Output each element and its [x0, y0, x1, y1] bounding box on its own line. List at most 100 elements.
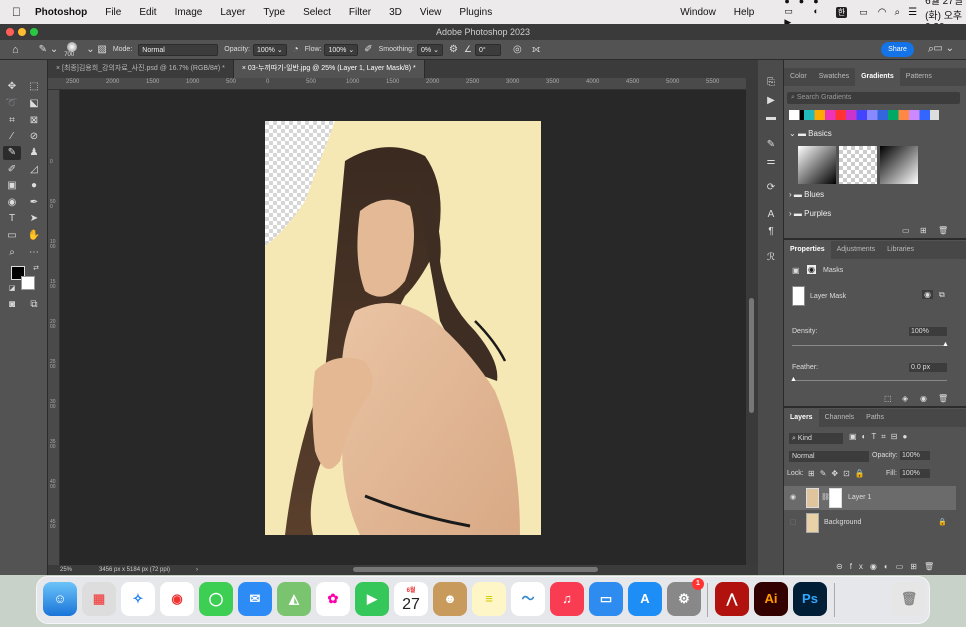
document-image[interactable]: [265, 121, 541, 535]
history-panel-icon[interactable]: ⎘: [764, 76, 778, 90]
tab-adjustments[interactable]: Adjustments: [831, 241, 882, 259]
menu-edit[interactable]: Edit: [139, 7, 156, 18]
lock-options-icons[interactable]: ⊞✎✥⊡🔒: [808, 469, 870, 478]
trash-icon[interactable]: 🗑: [892, 582, 926, 616]
menu-view[interactable]: View: [420, 7, 442, 18]
path-selection-tool-icon[interactable]: ➤: [27, 212, 41, 226]
visibility-eye-icon[interactable]: ◉: [790, 486, 796, 510]
brush-settings-panel-icon[interactable]: ✎: [764, 138, 778, 152]
healing-brush-tool-icon[interactable]: ⊘: [27, 130, 41, 144]
horizontal-scrollbar-thumb[interactable]: [353, 567, 598, 572]
swap-colors-icon[interactable]: ⇄: [29, 262, 43, 276]
layers-footer-icons[interactable]: ⊝fx◉◐▭⊞🗑: [836, 562, 941, 571]
horizontal-ruler[interactable]: 2500 2000 1500 1000 500 0 500 1000 1500 …: [48, 78, 746, 90]
pressure-size-icon[interactable]: ◎: [513, 44, 522, 55]
new-gradient-icon[interactable]: ⊞: [920, 226, 927, 235]
notes-icon[interactable]: ≡: [472, 582, 506, 616]
tab-libraries[interactable]: Libraries: [881, 241, 920, 259]
visibility-box-icon[interactable]: ▢: [790, 511, 797, 535]
canvas-area[interactable]: [60, 90, 746, 565]
close-window-icon[interactable]: [6, 28, 14, 36]
layer-kind-filter[interactable]: ⌕ Kind: [789, 433, 843, 444]
zoom-level[interactable]: 25%: [60, 565, 72, 575]
filter-type-icons[interactable]: ▣◐T⌗⊟●: [849, 432, 912, 442]
menu-image[interactable]: Image: [175, 7, 203, 18]
input-source-icon[interactable]: 한: [835, 6, 848, 18]
menu-plugins[interactable]: Plugins: [459, 7, 492, 18]
close-tab-icon[interactable]: ×: [242, 65, 246, 72]
hand-tool-icon[interactable]: ✋: [27, 229, 41, 243]
density-slider-thumb[interactable]: ▲: [942, 341, 949, 348]
photos-icon[interactable]: ✿: [316, 582, 350, 616]
load-selection-icon[interactable]: ⬚: [884, 394, 892, 403]
brush-tool-icon[interactable]: ✎: [3, 146, 21, 160]
photoshop-icon[interactable]: Ps: [793, 582, 827, 616]
add-vector-mask-icon[interactable]: ⧉: [939, 290, 945, 300]
frame-tool-icon[interactable]: ⊠: [27, 114, 41, 128]
menu-app-name[interactable]: Photoshop: [35, 7, 87, 18]
feather-slider-thumb[interactable]: ▲: [790, 376, 797, 383]
comments-panel-icon[interactable]: ▬: [764, 111, 778, 125]
messages-icon[interactable]: ◯: [199, 582, 233, 616]
chrome-icon[interactable]: ◉: [160, 582, 194, 616]
smoothing-input[interactable]: 0% ⌄: [417, 43, 443, 56]
purples-group[interactable]: › ▬ Purples: [789, 209, 831, 218]
airbrush-icon[interactable]: ✐: [364, 44, 372, 55]
history-brush-tool-icon[interactable]: ✐: [5, 163, 19, 177]
type-tool-icon[interactable]: T: [5, 212, 19, 226]
flow-input[interactable]: 100% ⌄: [324, 43, 359, 56]
delete-gradient-icon[interactable]: 🗑: [938, 226, 948, 235]
facetime-icon[interactable]: ▶: [355, 582, 389, 616]
smoothing-settings-gear-icon[interactable]: ⚙: [449, 44, 458, 55]
blend-mode-select[interactable]: Normal: [789, 451, 869, 462]
tab-channels[interactable]: Channels: [819, 409, 861, 427]
vertical-scrollbar[interactable]: [746, 78, 758, 565]
rectangle-tool-icon[interactable]: ▭: [5, 229, 19, 243]
background-color-swatch[interactable]: [21, 276, 35, 290]
freeform-icon[interactable]: 〜: [511, 582, 545, 616]
tab-properties[interactable]: Properties: [784, 241, 831, 259]
delete-mask-icon[interactable]: 🗑: [938, 394, 948, 403]
angle-input[interactable]: 0°: [474, 43, 501, 56]
tab-layers[interactable]: Layers: [784, 409, 819, 427]
select-pixel-mask-icon[interactable]: ◉: [922, 290, 933, 299]
new-group-icon[interactable]: ▭: [902, 226, 910, 235]
system-settings-icon[interactable]: ⚙ 1: [667, 578, 704, 616]
menu-select[interactable]: Select: [303, 7, 331, 18]
brush-settings-toggle-icon[interactable]: ⌄ ▧: [86, 44, 107, 55]
share-button[interactable]: Share: [881, 42, 914, 57]
clone-source-panel-icon[interactable]: ⟳: [764, 181, 778, 195]
gradient-search-field[interactable]: ⌕ Search Gradients: [787, 92, 960, 104]
gradient-swatch-black-white[interactable]: [798, 146, 836, 184]
feather-value[interactable]: 0.0 px: [909, 363, 947, 372]
search-icon[interactable]: ⌕: [894, 7, 900, 18]
music-icon[interactable]: ♫: [550, 582, 584, 616]
opacity-input[interactable]: 100% ⌄: [252, 43, 287, 56]
mail-icon[interactable]: ✉: [238, 582, 272, 616]
crop-tool-icon[interactable]: ⌗: [5, 114, 19, 128]
document-tab[interactable]: × [최종]김용희_강의자료_사진.psd @ 16.7% (RGB/8#) *: [48, 60, 234, 78]
screen-mode-icon[interactable]: ⧉: [27, 298, 41, 312]
character-panel-icon[interactable]: A: [764, 208, 778, 222]
mode-select[interactable]: Normal: [138, 43, 219, 56]
battery-icon[interactable]: ▭: [859, 7, 868, 18]
lasso-tool-icon[interactable]: ➰: [5, 97, 19, 111]
recent-gradients-strip[interactable]: [789, 110, 939, 120]
menu-file[interactable]: File: [105, 7, 121, 18]
symmetry-icon[interactable]: ⟗: [532, 44, 541, 55]
zoom-window-icon[interactable]: [30, 28, 38, 36]
tab-paths[interactable]: Paths: [860, 409, 890, 427]
scrollbar-thumb[interactable]: [749, 298, 754, 413]
tab-swatches[interactable]: Swatches: [813, 68, 855, 86]
launchpad-icon[interactable]: ▦: [82, 582, 116, 616]
actions-panel-icon[interactable]: ▶: [764, 94, 778, 108]
blur-tool-icon[interactable]: ●: [27, 179, 41, 193]
gradient-swatch-black-fade[interactable]: [880, 146, 918, 184]
keynote-icon[interactable]: ▭: [589, 582, 623, 616]
status-menu-icon[interactable]: ›: [196, 565, 198, 575]
app-store-icon[interactable]: A: [628, 582, 662, 616]
density-value[interactable]: 100%: [909, 327, 947, 336]
blues-group[interactable]: › ▬ Blues: [789, 190, 824, 199]
menu-filter[interactable]: Filter: [349, 7, 371, 18]
menu-layer[interactable]: Layer: [220, 7, 245, 18]
